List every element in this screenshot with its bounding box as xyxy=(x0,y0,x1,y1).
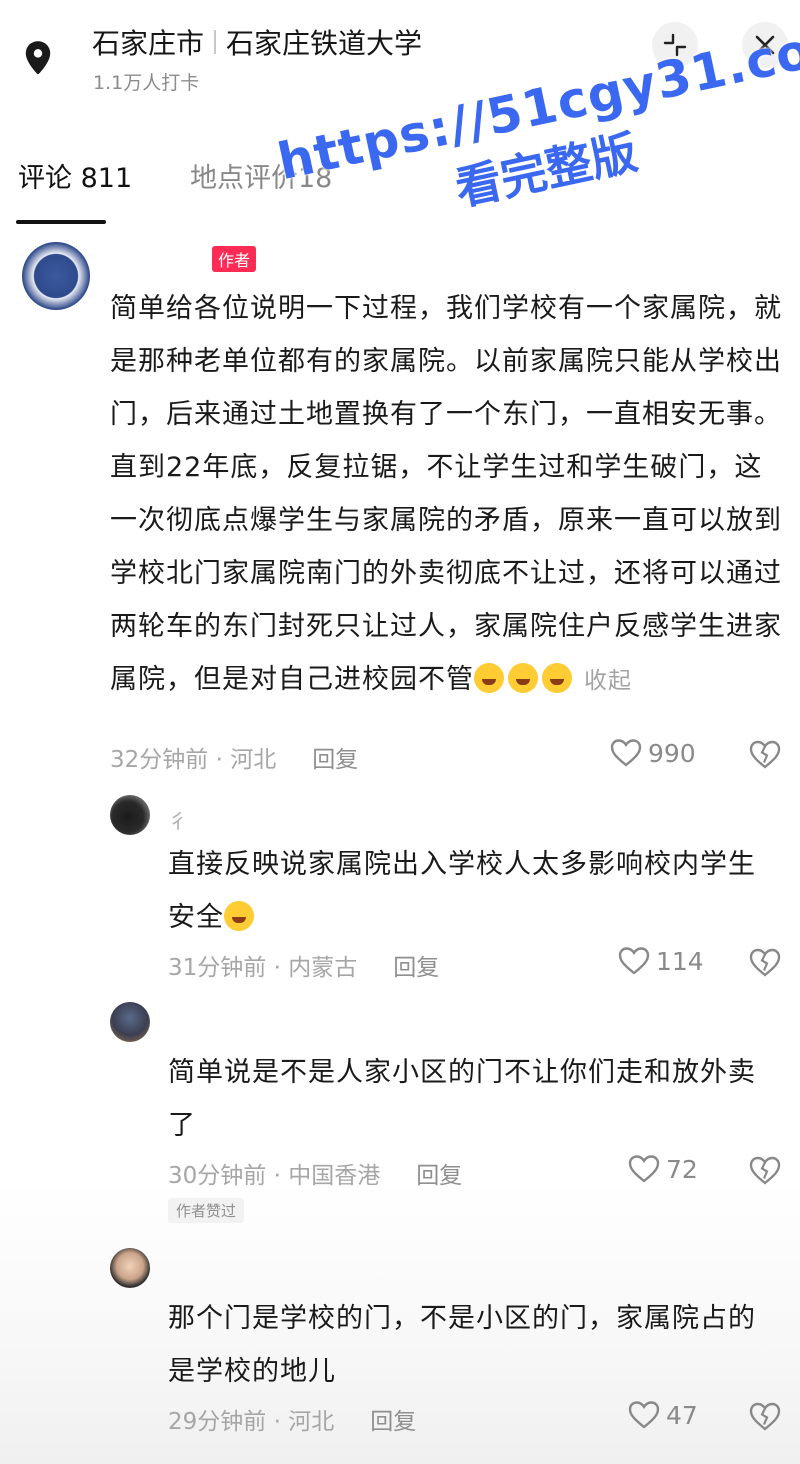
close-button[interactable] xyxy=(742,22,788,68)
avatar[interactable] xyxy=(110,1248,150,1288)
city-name[interactable]: 石家庄市 xyxy=(92,22,204,62)
location-title[interactable]: 石家庄市 石家庄铁道大学 xyxy=(92,22,422,62)
checkin-count: 1.1万人打卡 xyxy=(93,72,200,94)
emoji-icon xyxy=(508,663,538,693)
comment-meta: 32分钟前 · 河北 回复 xyxy=(110,740,358,774)
comment-time-location: 31分钟前 · 内蒙古 xyxy=(168,955,358,981)
like-count: 72 xyxy=(666,1154,698,1184)
comment-body: 简单说是不是人家小区的门不让你们走和放外卖了 xyxy=(168,1057,756,1141)
like-button[interactable]: 990 xyxy=(610,738,696,768)
avatar[interactable] xyxy=(110,1002,150,1042)
avatar[interactable] xyxy=(22,242,90,310)
comment-meta: 31分钟前 · 内蒙古 回复 xyxy=(168,948,439,982)
comment-text: 简单给各位说明一下过程，我们学校有一个家属院，就是那种老单位都有的家属院。以前家… xyxy=(110,282,790,708)
like-button[interactable]: 114 xyxy=(618,946,704,976)
reply-user-name[interactable]: 彳 xyxy=(168,805,188,834)
location-pin-icon xyxy=(25,41,51,75)
comment-text: 简单说是不是人家小区的门不让你们走和放外卖了 xyxy=(168,1046,778,1152)
author-liked-tag: 作者赞过 xyxy=(168,1198,245,1223)
collapse-link[interactable]: 收起 xyxy=(584,668,632,694)
comment-tabs: 评论 811 地点评价18 xyxy=(0,150,800,230)
comment-meta: 29分钟前 · 河北 回复 xyxy=(168,1402,416,1436)
tab-comments[interactable]: 评论 811 xyxy=(18,156,132,195)
heart-icon xyxy=(618,947,650,975)
comment-body: 直接反映说家属院出入学校人太多影响校内学生安全 xyxy=(168,849,756,933)
reply-button[interactable]: 回复 xyxy=(370,1402,416,1436)
like-count: 47 xyxy=(666,1400,698,1430)
emoji-icon xyxy=(474,663,504,693)
heart-icon xyxy=(628,1155,660,1183)
emoji-icon xyxy=(224,901,254,931)
reply-button[interactable]: 回复 xyxy=(312,740,358,774)
comment-time-location: 30分钟前 · 中国香港 xyxy=(168,1163,381,1189)
comment-meta: 30分钟前 · 中国香港 回复 xyxy=(168,1156,462,1190)
like-button[interactable]: 72 xyxy=(628,1154,698,1184)
location-header: 石家庄市 石家庄铁道大学 1.1万人打卡 xyxy=(0,0,800,120)
avatar[interactable] xyxy=(110,795,150,835)
active-tab-indicator xyxy=(16,220,106,224)
heart-icon xyxy=(628,1401,660,1429)
collapse-icon xyxy=(663,33,687,57)
author-badge: 作者 xyxy=(212,246,257,272)
emoji-icon xyxy=(542,663,572,693)
reply-button[interactable]: 回复 xyxy=(393,948,439,982)
tab-place-reviews[interactable]: 地点评价18 xyxy=(190,156,332,195)
broken-heart-icon[interactable] xyxy=(748,738,782,770)
comment-time-location: 32分钟前 · 河北 xyxy=(110,747,277,773)
broken-heart-icon[interactable] xyxy=(748,946,782,978)
close-icon xyxy=(755,35,775,55)
comment-text: 那个门是学校的门，不是小区的门，家属院占的是学校的地儿 xyxy=(168,1292,778,1398)
comment-text: 直接反映说家属院出入学校人太多影响校内学生安全 xyxy=(168,838,778,944)
comment-body: 简单给各位说明一下过程，我们学校有一个家属院，就是那种老单位都有的家属院。以前家… xyxy=(110,293,782,695)
like-count: 990 xyxy=(648,738,696,768)
comment-body: 那个门是学校的门，不是小区的门，家属院占的是学校的地儿 xyxy=(168,1303,756,1387)
broken-heart-icon[interactable] xyxy=(748,1154,782,1186)
collapse-button[interactable] xyxy=(652,22,698,68)
broken-heart-icon[interactable] xyxy=(748,1400,782,1432)
like-count: 114 xyxy=(656,946,704,976)
reply-button[interactable]: 回复 xyxy=(416,1156,462,1190)
like-button[interactable]: 47 xyxy=(628,1400,698,1430)
place-name[interactable]: 石家庄铁道大学 xyxy=(226,22,422,62)
title-divider xyxy=(214,30,217,54)
heart-icon xyxy=(610,739,642,767)
comment-time-location: 29分钟前 · 河北 xyxy=(168,1409,335,1435)
